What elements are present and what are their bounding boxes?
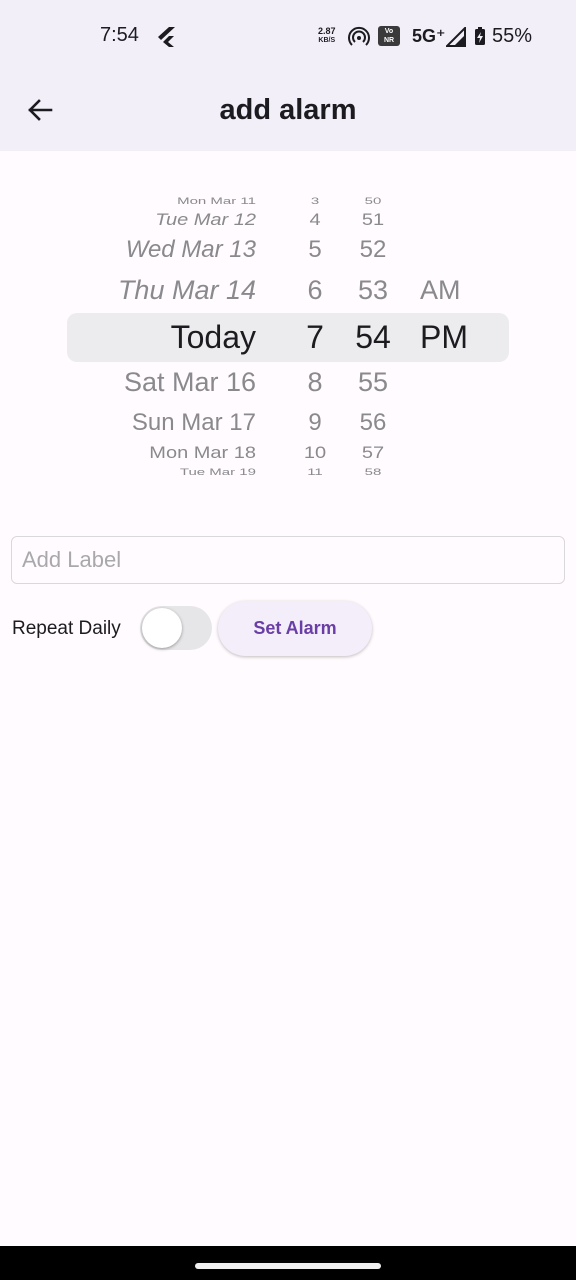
status-bar: 7:54 2.87 KB/S Vo NR 5G⁺ 55% [0,0,576,72]
picker-minute-option[interactable]: 51 [350,211,396,231]
picker-minute-option[interactable]: 52 [350,236,396,264]
picker-hour-option[interactable]: 6 [288,275,342,306]
app-bar: add alarm [0,72,576,151]
date-time-picker[interactable]: Mon Mar 11 Tue Mar 12 Wed Mar 13 Thu Mar… [0,180,576,490]
hotspot-icon [348,26,370,46]
label-input[interactable] [11,536,565,584]
navigation-bar [0,1246,576,1280]
picker-minute-option[interactable]: 57 [350,444,396,464]
add-alarm-screen: 7:54 2.87 KB/S Vo NR 5G⁺ 55% add alarm M… [0,0,576,1280]
picker-date-option[interactable]: Mon Mar 11 [60,196,256,206]
picker-date-option[interactable]: Sat Mar 16 [60,367,256,398]
picker-minute-option[interactable]: 50 [350,196,396,206]
picker-hour-option[interactable]: 3 [288,196,342,206]
set-alarm-button[interactable]: Set Alarm [218,601,372,656]
picker-date-option[interactable]: Wed Mar 13 [60,236,256,264]
network-speed: 2.87 KB/S [318,26,336,46]
picker-hour-option[interactable]: 9 [288,409,342,437]
status-time: 7:54 [100,24,139,46]
picker-minute-option[interactable]: 53 [350,275,396,306]
picker-hour-option[interactable]: 10 [288,444,342,464]
picker-minute-option[interactable]: 55 [350,367,396,398]
picker-date-option[interactable]: Tue Mar 19 [60,467,256,477]
vonr-line2: NR [383,37,395,44]
picker-date-option[interactable]: Thu Mar 14 [60,275,256,306]
vonr-line1: Vo [384,28,394,35]
network-type: 5G⁺ [412,26,446,46]
picker-ampm-selected[interactable]: PM [420,319,480,356]
battery-percent: 55% [492,25,533,47]
picker-minute-selected[interactable]: 54 [350,319,396,356]
flutter-icon [158,27,175,47]
speed-value: 2.87 [318,26,336,36]
picker-hour-option[interactable]: 4 [288,211,342,231]
picker-date-selected[interactable]: Today [60,319,256,356]
page-title: add alarm [219,94,357,126]
picker-minute-option[interactable]: 56 [350,409,396,437]
repeat-daily-label: Repeat Daily [12,618,121,639]
repeat-daily-toggle[interactable] [140,606,212,650]
picker-hour-option[interactable]: 5 [288,236,342,264]
picker-hour-option[interactable]: 8 [288,367,342,398]
signal-icon [446,27,466,47]
picker-date-option[interactable]: Tue Mar 12 [60,211,256,231]
picker-date-option[interactable]: Mon Mar 18 [60,444,256,464]
speed-unit: KB/S [318,37,336,44]
toggle-knob [142,608,182,648]
picker-date-option[interactable]: Sun Mar 17 [60,409,256,437]
vonr-icon: Vo NR [378,26,400,46]
battery-charging-icon [475,27,485,45]
picker-hour-option[interactable]: 11 [288,467,342,477]
picker-ampm-option[interactable]: AM [420,275,480,306]
home-indicator[interactable] [195,1263,381,1269]
picker-hour-selected[interactable]: 7 [288,319,342,356]
picker-minute-option[interactable]: 58 [350,467,396,477]
